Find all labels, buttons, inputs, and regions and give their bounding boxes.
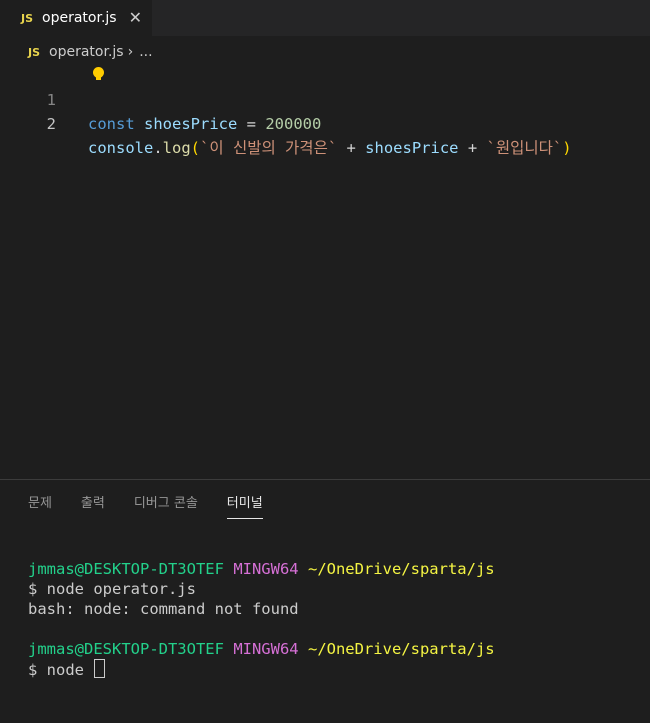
prompt-user-host: jmmas@DESKTOP-DT3OTEF [28,640,224,658]
variable-name: shoesPrice [144,115,238,133]
chevron-right-icon: › [127,44,134,60]
panel-tabs: 문제 출력 디버그 콘솔 터미널 [28,492,292,519]
terminal-command-2: $ node [28,661,84,679]
terminal-blank [28,619,495,639]
terminal-cursor [94,659,106,678]
tab-terminal[interactable]: 터미널 [226,492,263,519]
terminal-error: bash: node: command not found [28,600,299,618]
terminal-command-1: $ node operator.js [28,580,196,598]
prompt-env: MINGW64 [233,560,299,578]
tab-problems[interactable]: 문제 [28,492,52,518]
terminal-prompt-2: jmmas@DESKTOP-DT3OTEF MINGW64 ~/OneDrive… [28,639,495,659]
code-line-2[interactable]: 2 console.log(`이 신발의 가격은` + shoesPrice +… [0,88,650,157]
terminal-input-line[interactable]: $ node [28,659,495,679]
prompt-path: ~/OneDrive/sparta/js [307,640,495,658]
keyword-const: const [88,115,135,133]
terminal-prompt-1: jmmas@DESKTOP-DT3OTEF MINGW64 ~/OneDrive… [28,559,495,579]
prompt-env: MINGW64 [233,640,299,658]
operator: + [458,139,487,157]
tab-output[interactable]: 출력 [81,492,105,518]
number-literal: 200000 [265,115,322,133]
terminal-output[interactable]: jmmas@DESKTOP-DT3OTEF MINGW64 ~/OneDrive… [28,559,495,679]
bottom-panel: 문제 출력 디버그 콘솔 터미널 jmmas@DESKTOP-DT3OTEF M… [0,479,650,723]
line-number: 2 [46,115,56,133]
prompt-path: ~/OneDrive/sparta/js [307,560,495,578]
tab-operator-js[interactable]: JS operator.js ✕ [0,0,152,36]
tab-debug-console[interactable]: 디버그 콘솔 [134,492,198,518]
code-text[interactable]: console.log(`이 신발의 가격은` + shoesPrice + `… [88,136,572,160]
prompt-user-host: jmmas@DESKTOP-DT3OTEF [28,560,224,578]
string-literal: `원입니다` [486,139,563,157]
js-file-icon: JS [21,11,34,25]
function-log: log [162,139,191,157]
js-file-icon: JS [28,45,41,59]
variable-name: shoesPrice [365,139,459,157]
tab-label: operator.js [42,10,117,26]
close-icon[interactable]: ✕ [129,10,142,26]
breadcrumb: JS operator.js › ... [28,43,153,61]
breadcrumb-more[interactable]: ... [139,44,152,60]
code-text[interactable]: const shoesPrice = 200000 [88,112,321,136]
string-literal: `이 신발의 가격은` [200,139,338,157]
bracket-close: ) [562,139,572,157]
breadcrumb-file[interactable]: operator.js [49,44,124,60]
operator: = [237,115,266,133]
lightbulb-icon[interactable] [93,67,104,80]
bracket-open: ( [190,139,201,157]
object-console: console [88,139,154,157]
editor-tab-bar: JS operator.js ✕ [0,0,650,36]
operator: + [337,139,366,157]
